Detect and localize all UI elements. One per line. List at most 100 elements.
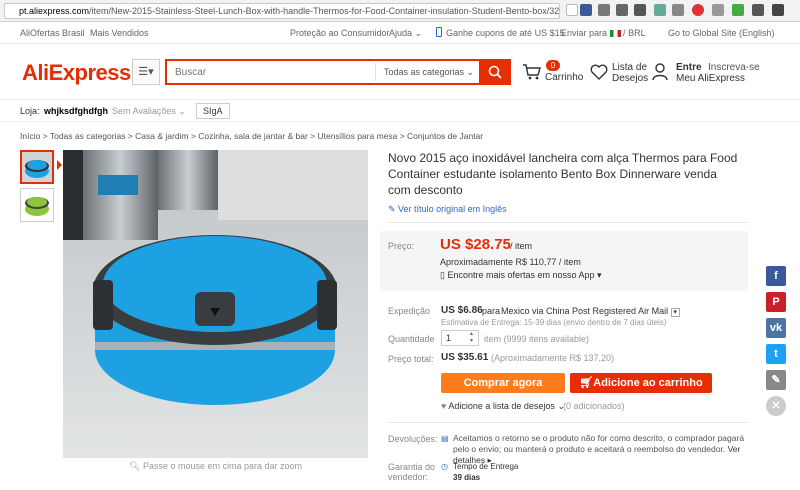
pen-icon[interactable] — [634, 4, 646, 16]
quantity-label: Quantidade — [388, 334, 435, 344]
wishlist-label-2: Desejos — [612, 73, 649, 84]
user-icon — [652, 63, 668, 81]
settings-icon[interactable] — [752, 4, 764, 16]
add-to-cart-label: Adicione ao carrinho — [593, 377, 703, 389]
shipping-para: para — [482, 306, 501, 316]
wishlist-link[interactable]: Lista de Desejos — [590, 58, 650, 88]
edit-share-icon[interactable]: ✎ — [766, 370, 786, 390]
product-title: Novo 2015 aço inoxidável lancheira com a… — [388, 151, 738, 197]
top-utility-bar: AliOfertas Brasil Mais Vendidos Proteção… — [0, 22, 800, 44]
returns-icon: ▤ — [441, 434, 449, 443]
register-link[interactable]: Inscreva-se — [708, 62, 760, 73]
bookmark-icon[interactable] — [566, 4, 578, 16]
translate-link-text: Ver título original em Inglês — [398, 204, 507, 214]
divider — [388, 422, 748, 423]
shipping-price: US $6.86 — [441, 305, 483, 316]
thumbnail-green[interactable] — [20, 188, 54, 222]
store-name-link[interactable]: whjksdfghdfgh — [44, 106, 108, 116]
green-extension-icon[interactable] — [732, 4, 744, 16]
search-icon — [488, 65, 502, 79]
total-label: Preço total: — [388, 354, 434, 364]
aliexpress-logo[interactable]: AliExpress — [22, 60, 131, 86]
my-aliexpress-link[interactable]: Meu AliExpress — [676, 73, 745, 84]
price-box: Preço: US $28.75 / item Aproximadamente … — [380, 231, 748, 291]
currency-label: BRL — [628, 28, 646, 38]
cart-icon — [523, 64, 541, 80]
link-best-sellers[interactable]: Mais Vendidos — [90, 28, 149, 38]
link-app-coupons[interactable]: Ganhe cupons de até US $15 — [446, 28, 565, 38]
cart-count-badge: 0 — [546, 60, 560, 71]
shipping-label: Expedição — [388, 306, 431, 316]
view-original-title-link[interactable]: ✎︎ Ver título original em Inglês — [388, 204, 507, 215]
shipping-method-select[interactable]: Mexico via China Post Registered Air Mai… — [501, 306, 680, 317]
more-offers-link[interactable]: ▯ Encontre mais ofertas em nosso App ▾ — [440, 270, 602, 281]
clock-icon: ◷ — [441, 462, 448, 471]
wishlist-count: (0 adicionados) — [563, 401, 625, 411]
search-input[interactable] — [167, 61, 367, 83]
translate-icon: ✎︎ — [388, 204, 399, 214]
account-link[interactable]: Entre Inscreva-se Meu AliExpress — [652, 58, 792, 88]
dropdown-arrow-icon: ▾ — [670, 308, 680, 317]
chrome-menu-icon[interactable] — [772, 4, 784, 16]
price-value: US $28.75 — [440, 236, 511, 253]
site-header: AliExpress ☰▾ Todas as categorias ⌄ 0 Ca… — [0, 44, 800, 100]
menu-extension-icon[interactable] — [616, 4, 628, 16]
price-label: Preço: — [388, 241, 415, 251]
heart-icon — [590, 64, 608, 80]
add-to-wishlist-link[interactable]: ♥ Adicione a lista de desejos ⌄ — [441, 401, 565, 412]
facebook-share-icon[interactable]: f — [766, 266, 786, 286]
translate-icon[interactable] — [654, 4, 666, 16]
add-to-wishlist-text: Adicione a lista de desejos — [448, 401, 555, 411]
address-bar[interactable]: pt.aliexpress.com/item/New-2015-Stainles… — [4, 3, 560, 19]
link-global-site[interactable]: Go to Global Site (English) — [668, 28, 775, 38]
green-lunchbox-thumb-image — [21, 189, 53, 221]
store-reviews[interactable]: Sem Avaliações ⌄ — [112, 106, 186, 117]
price-approx: Aproximadamente R$ 110,77 / item — [440, 257, 581, 267]
category-menu-button[interactable]: ☰▾ — [132, 59, 160, 85]
delivery-time-value: 39 dias — [453, 473, 481, 482]
browser-toolbar: pt.aliexpress.com/item/New-2015-Stainles… — [0, 0, 800, 22]
store-bar: Loja: whjksdfghdfgh Sem Avaliações ⌄ SIg… — [0, 100, 800, 122]
quantity-input[interactable]: 1 — [441, 330, 479, 346]
cart-link[interactable]: 0 Carrinho — [522, 58, 583, 88]
search-box: Todas as categorias ⌄ — [165, 59, 479, 85]
mexico-flag-icon — [609, 30, 621, 38]
help-label: Ajuda — [389, 28, 413, 38]
ship-to-label: Enviar para — [561, 28, 608, 38]
add-to-cart-button[interactable]: 🛒︎Adicione ao carrinho — [570, 373, 712, 393]
url-host: pt.aliexpress.com — [19, 6, 90, 16]
pinterest-share-icon[interactable]: P — [766, 292, 786, 312]
returns-policy-text: Aceitamos o retorno se o produto não for… — [453, 433, 745, 454]
link-alioffers[interactable]: AliOfertas Brasil — [20, 28, 85, 38]
blue-lunchbox-thumb-image — [22, 152, 52, 182]
ship-to-selector[interactable]: Enviar para / BRL — [561, 28, 646, 38]
close-share-icon[interactable]: ✕ — [766, 396, 786, 416]
cart-icon: 🛒︎ — [579, 377, 594, 389]
twitter-share-icon[interactable]: t — [766, 344, 786, 364]
more-offers-text: Encontre mais ofertas em nosso App — [447, 270, 595, 280]
search-category-select[interactable]: Todas as categorias ⌄ — [375, 63, 479, 81]
buy-now-button[interactable]: Comprar agora — [441, 373, 565, 393]
thumb-selected-arrow-icon — [57, 160, 62, 170]
breadcrumb[interactable]: Início > Todas as categorias > Casa & ja… — [20, 131, 483, 141]
sign-in-link[interactable]: Entre — [676, 62, 702, 73]
zoom-hint-text: Passe o mouse em cima para dar zoom — [142, 461, 303, 471]
wishlist-label-1: Lista de — [612, 62, 648, 73]
follow-store-button[interactable]: SIgA — [196, 103, 230, 119]
cloud-icon[interactable] — [672, 4, 684, 16]
extension-shield-icon[interactable] — [580, 4, 592, 16]
url-path: /item/New-2015-Stainless-Steel-Lunch-Box… — [89, 6, 560, 16]
adblock-icon[interactable] — [692, 4, 704, 16]
link-buyer-protection[interactable]: Proteção ao Consumidor — [290, 28, 390, 38]
link-help[interactable]: Ajuda ⌄ — [389, 28, 422, 39]
thumbnail-blue[interactable] — [20, 150, 54, 184]
returns-label: Devoluções: — [388, 434, 438, 444]
download-icon[interactable] — [598, 4, 610, 16]
main-product-image[interactable] — [63, 150, 368, 458]
search-category-label: Todas as categorias — [384, 67, 465, 77]
vk-share-icon[interactable]: vk — [766, 318, 786, 338]
social-share-bar: f P vk t ✎ ✕ — [766, 266, 786, 422]
quantity-stepper[interactable]: ▴ ▾ — [470, 331, 473, 345]
search-button[interactable] — [479, 59, 511, 85]
puzzle-icon[interactable] — [712, 4, 724, 16]
